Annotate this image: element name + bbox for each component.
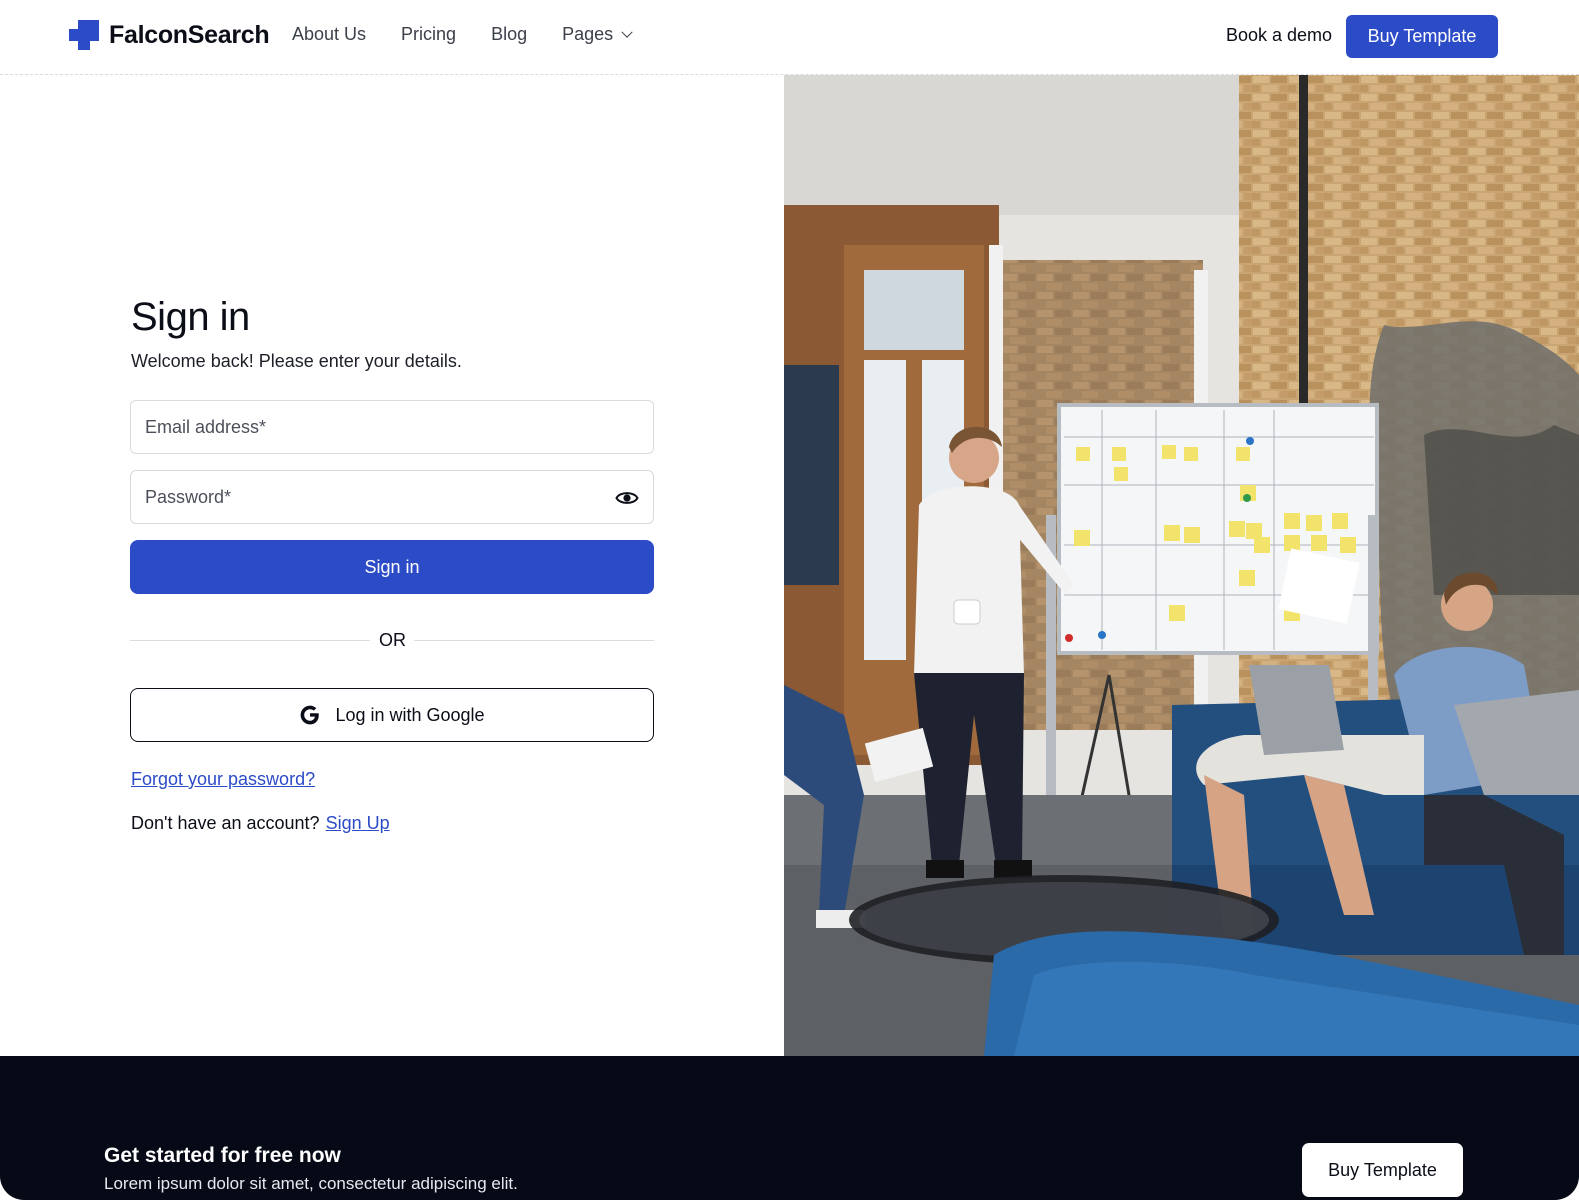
- logo-mark-icon: [69, 20, 99, 50]
- password-field-wrapper: [130, 470, 654, 524]
- google-login-label: Log in with Google: [335, 704, 485, 725]
- nav-link-about-us[interactable]: About Us: [292, 24, 366, 45]
- nav-link-blog[interactable]: Blog: [491, 24, 527, 45]
- no-account-text: Don't have an account?: [131, 813, 320, 833]
- logo-text: FalconSearch: [109, 20, 270, 49]
- email-input[interactable]: [131, 401, 653, 453]
- buy-template-button[interactable]: Buy Template: [1346, 15, 1498, 58]
- google-login-button[interactable]: Log in with Google: [130, 688, 654, 742]
- book-demo-link[interactable]: Book a demo: [1226, 25, 1332, 46]
- nav-link-pages-label: Pages: [562, 24, 614, 44]
- office-meeting-illustration: [784, 75, 1579, 1056]
- office-meeting-photo: [784, 75, 1579, 1056]
- signup-prompt: Don't have an account? Sign Up: [131, 813, 390, 834]
- password-input[interactable]: [131, 471, 653, 523]
- chevron-down-icon: [621, 26, 633, 38]
- nav-links: About Us Pricing Blog Pages: [292, 24, 666, 45]
- signin-subtitle: Welcome back! Please enter your details.: [131, 351, 462, 371]
- nav-link-pages[interactable]: Pages: [562, 24, 633, 45]
- footer-cta: Get started for free now Lorem ipsum dol…: [0, 1056, 1579, 1200]
- cta-subtitle: Lorem ipsum dolor sit amet, consectetur …: [104, 1174, 518, 1193]
- eye-icon[interactable]: [615, 487, 639, 509]
- or-divider-text: OR: [379, 630, 406, 650]
- cta-title: Get started for free now: [104, 1144, 341, 1167]
- nav-link-pricing[interactable]: Pricing: [401, 24, 456, 45]
- google-icon: [301, 705, 320, 725]
- signin-title: Sign in: [131, 295, 250, 339]
- divider-line-left: [130, 640, 370, 641]
- logo[interactable]: FalconSearch: [69, 20, 270, 50]
- email-field-wrapper: [130, 400, 654, 454]
- divider-line-right: [414, 640, 654, 641]
- top-navigation: FalconSearch About Us Pricing Blog Pages…: [0, 0, 1579, 75]
- footer-buy-template-button[interactable]: Buy Template: [1302, 1143, 1463, 1197]
- signin-button[interactable]: Sign in: [130, 540, 654, 594]
- forgot-password-link[interactable]: Forgot your password?: [131, 769, 315, 790]
- signup-link[interactable]: Sign Up: [326, 813, 390, 833]
